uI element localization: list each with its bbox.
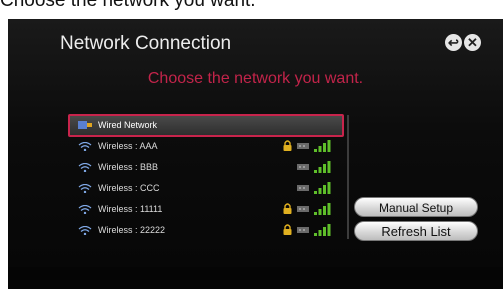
signal-strength-icon	[314, 203, 332, 215]
network-name: Wireless : 11111	[98, 204, 163, 214]
network-item[interactable]: Wireless : BBB	[70, 158, 342, 177]
wifi-icon	[78, 225, 92, 236]
network-connection-screen: Network Connection ↩ ✕ Choose the networ…	[8, 19, 503, 289]
signal-strength-icon	[314, 140, 332, 152]
security-icon	[297, 163, 309, 171]
wifi-icon	[78, 183, 92, 194]
network-name: Wireless : 22222	[98, 225, 166, 235]
network-item[interactable]: Wireless : 11111	[70, 200, 342, 219]
close-icon[interactable]: ✕	[464, 34, 481, 51]
scrollbar[interactable]	[347, 115, 349, 239]
network-name: Wireless : BBB	[98, 162, 159, 172]
network-name: Wireless : AAA	[98, 141, 158, 151]
signal-strength-icon	[314, 182, 332, 194]
security-icon	[297, 142, 309, 150]
lock-icon	[283, 203, 292, 214]
signal-strength-icon	[314, 224, 332, 236]
network-name: Wireless : CCC	[98, 183, 160, 193]
network-item-wired[interactable]: Wired Network	[68, 114, 344, 137]
window-title: Network Connection	[60, 33, 232, 54]
network-item[interactable]: Wireless : AAA	[70, 137, 342, 156]
wifi-icon	[78, 141, 92, 152]
network-list: Wired Network Wireless : AAA Wireless : BB…	[68, 114, 344, 240]
network-name: Wired Network	[98, 120, 158, 130]
bottom-bar	[8, 267, 503, 289]
manual-setup-button[interactable]: Manual Setup	[354, 197, 478, 217]
security-icon	[297, 184, 309, 192]
network-item[interactable]: Wireless : 22222	[70, 221, 342, 240]
wired-icon	[78, 121, 92, 130]
wifi-icon	[78, 204, 92, 215]
refresh-list-button[interactable]: Refresh List	[354, 221, 478, 241]
security-icon	[297, 226, 309, 234]
security-icon	[297, 205, 309, 213]
wifi-icon	[78, 162, 92, 173]
signal-strength-icon	[314, 161, 332, 173]
page-caption: Choose the network you want.	[0, 0, 256, 11]
lock-icon	[283, 224, 292, 235]
choose-network-prompt: Choose the network you want.	[147, 70, 364, 87]
back-icon[interactable]: ↩	[445, 34, 462, 51]
network-item[interactable]: Wireless : CCC	[70, 179, 342, 198]
lock-icon	[283, 140, 292, 151]
